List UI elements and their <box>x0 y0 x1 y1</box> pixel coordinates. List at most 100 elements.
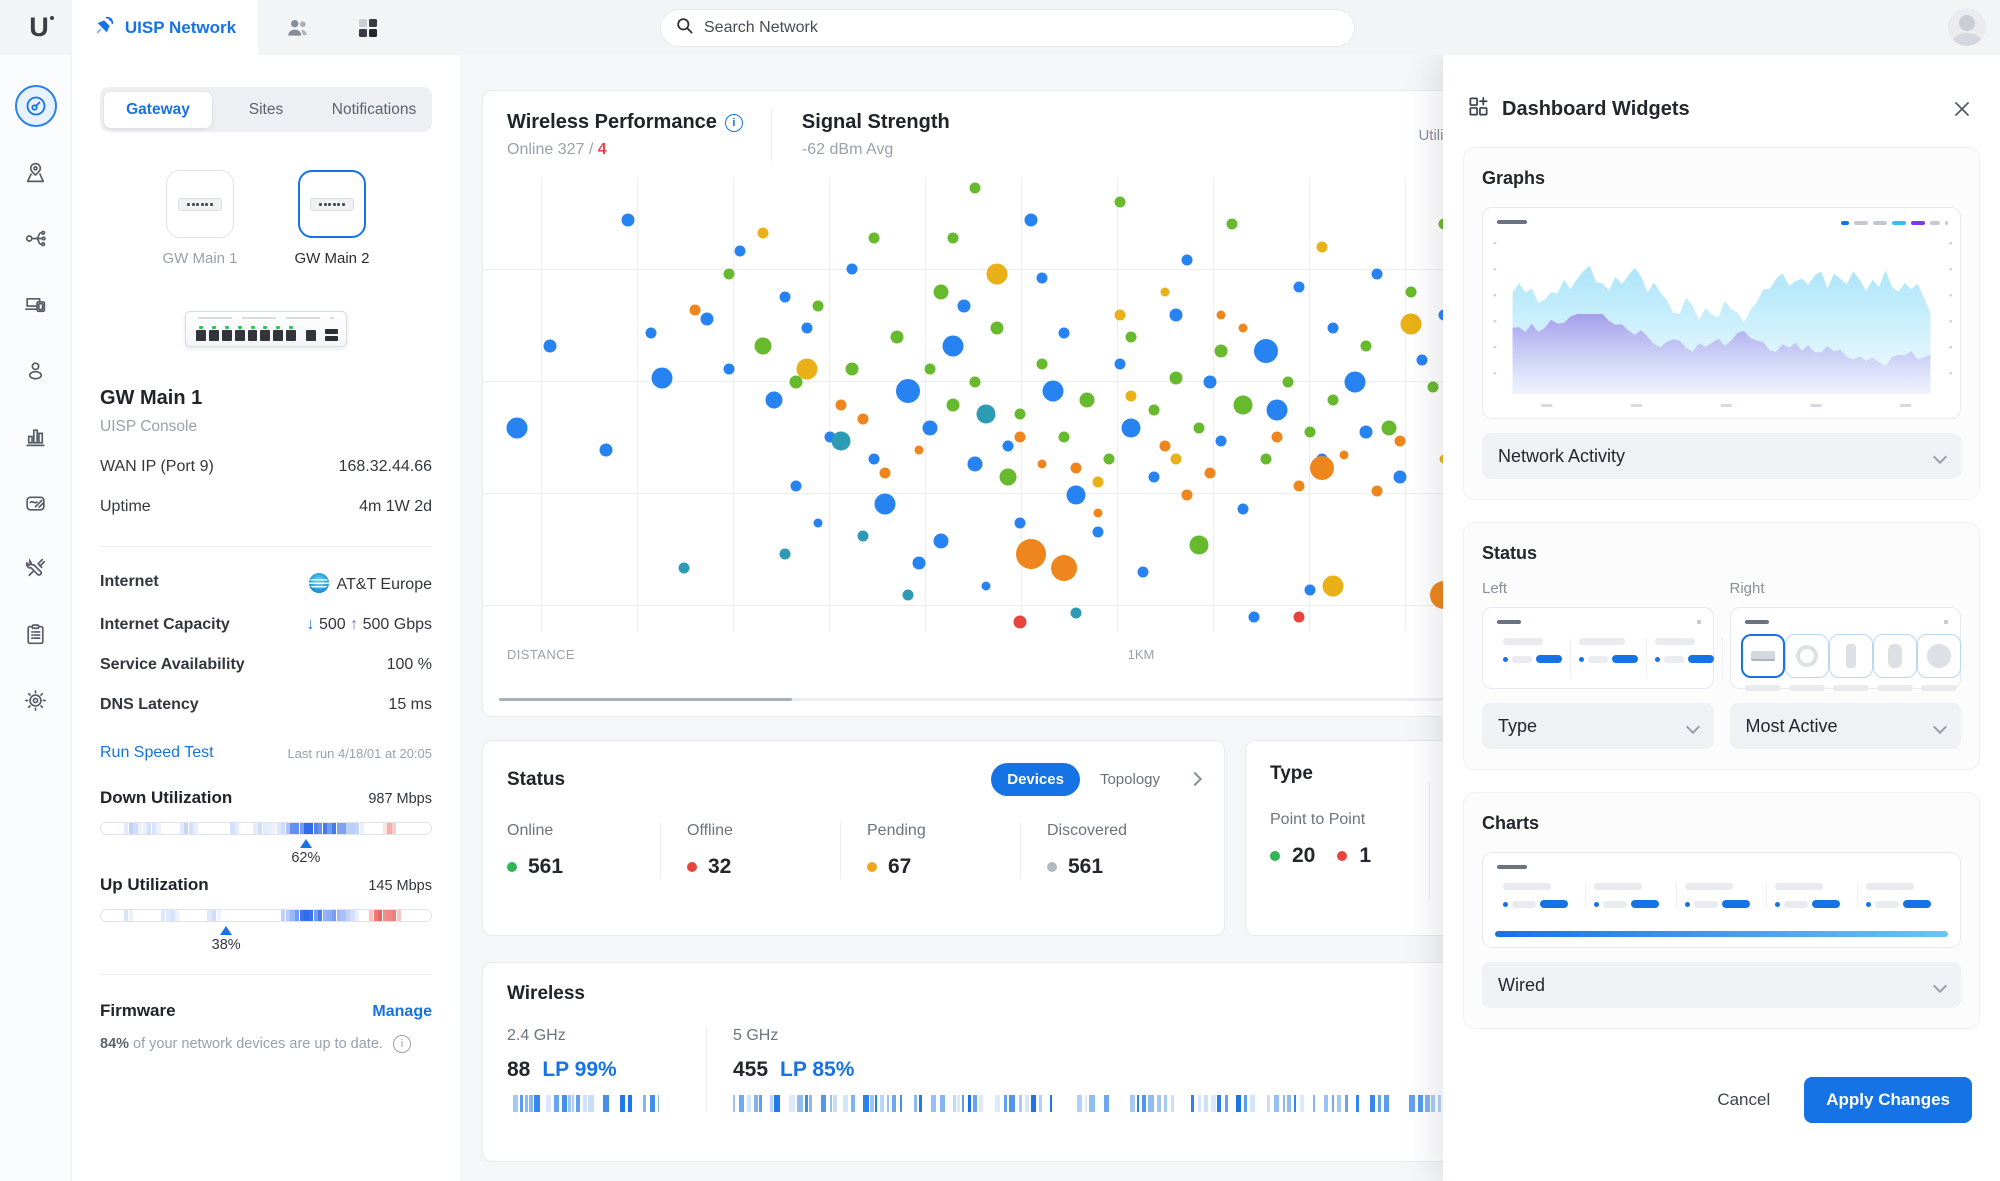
user-avatar[interactable] <box>1948 8 1986 46</box>
nav-topology-icon[interactable] <box>23 225 49 251</box>
status-left-preview <box>1482 607 1714 689</box>
performance-info-icon[interactable]: i <box>725 114 743 132</box>
widgets-icon <box>1467 95 1490 123</box>
scatter-point <box>1203 376 1216 389</box>
nav-settings-icon[interactable] <box>23 687 49 713</box>
scatter-point <box>690 305 701 316</box>
gateway-tile-2[interactable]: GW Main 2 <box>284 170 380 267</box>
scrollbar-thumb[interactable] <box>499 698 792 701</box>
signal-strength-value: -62 dBm Avg <box>802 141 950 159</box>
device-thumb[interactable] <box>1873 634 1917 691</box>
scatter-point <box>875 494 896 515</box>
device-thumb[interactable] <box>1785 634 1829 691</box>
toggle-devices[interactable]: Devices <box>991 763 1080 796</box>
firmware-info-icon[interactable]: i <box>393 1035 411 1053</box>
device-thumb[interactable] <box>1917 634 1961 691</box>
clients-topbar-icon[interactable] <box>284 14 312 42</box>
tab-notifications[interactable]: Notifications <box>320 92 428 128</box>
scatter-point <box>1361 341 1372 352</box>
chevron-right-icon[interactable] <box>1190 771 1200 789</box>
toggle-topology[interactable]: Topology <box>1084 763 1176 796</box>
down-utilization-value: 987 Mbps <box>368 791 432 807</box>
scatter-point <box>1000 469 1017 486</box>
status-title: Status <box>507 769 565 791</box>
divider <box>771 109 772 161</box>
search-bar[interactable] <box>660 9 1355 47</box>
status-left-dropdown[interactable]: Type <box>1482 703 1714 749</box>
nav-statistics-icon[interactable] <box>23 423 49 449</box>
nav-devices-icon[interactable] <box>23 291 49 317</box>
run-speed-test-link[interactable]: Run Speed Test <box>100 744 214 762</box>
scatter-point <box>1260 454 1271 465</box>
scatter-point <box>942 336 963 357</box>
nav-logs-icon[interactable] <box>23 621 49 647</box>
nav-dashboard-icon[interactable] <box>15 85 57 127</box>
scatter-point <box>1070 607 1081 618</box>
scatter-point <box>1305 427 1316 438</box>
cancel-button[interactable]: Cancel <box>1717 1090 1770 1110</box>
scatter-point <box>1115 196 1126 207</box>
band-24ghz-label: 2.4 GHz <box>507 1027 682 1045</box>
nav-insights-icon[interactable] <box>23 489 49 515</box>
scatter-point <box>802 323 813 334</box>
tab-gateway[interactable]: Gateway <box>104 92 212 128</box>
scatter-point <box>1204 467 1215 478</box>
scatter-point <box>1024 213 1037 226</box>
charts-dropdown[interactable]: Wired <box>1482 962 1961 1008</box>
down-utilization-header: Down Utilization 987 Mbps <box>100 788 432 808</box>
scatter-point <box>1393 471 1406 484</box>
graphs-dropdown[interactable]: Network Activity <box>1482 433 1961 479</box>
scatter-point <box>1254 339 1278 363</box>
status-heading: Status <box>1482 543 1961 564</box>
uisp-console-image <box>185 311 347 347</box>
firmware-manage-link[interactable]: Manage <box>372 1003 432 1021</box>
app-tab-uisp-network[interactable]: UISP Network <box>72 0 258 55</box>
nav-clients-icon[interactable] <box>23 357 49 383</box>
scatter-point <box>1148 404 1159 415</box>
gateway-tile-label: GW Main 2 <box>284 250 380 267</box>
up-utilization-header: Up Utilization 145 Mbps <box>100 875 432 895</box>
ubiquiti-logo[interactable]: U <box>22 12 56 44</box>
graphs-dropdown-value: Network Activity <box>1498 446 1625 467</box>
charts-preview-bar <box>1495 931 1948 937</box>
graphs-section: Graphs Network Activity <box>1463 147 1980 500</box>
scatter-point <box>1327 323 1338 334</box>
uptime-value: 4m 1W 2d <box>359 498 432 516</box>
device-thumb[interactable] <box>1829 634 1873 691</box>
close-icon[interactable] <box>1952 99 1972 119</box>
scatter-point <box>651 367 672 388</box>
scatter-point <box>599 444 612 457</box>
scatter-point <box>913 557 926 570</box>
device-thumb[interactable] <box>1741 634 1785 691</box>
nav-tools-icon[interactable] <box>23 555 49 581</box>
capacity-up: 500 <box>363 616 390 633</box>
apply-changes-button[interactable]: Apply Changes <box>1804 1077 1972 1123</box>
search-input[interactable] <box>704 19 1340 37</box>
uptime-row: Uptime 4m 1W 2d <box>100 498 432 516</box>
search-icon <box>675 16 694 40</box>
status-right-dropdown[interactable]: Most Active <box>1730 703 1962 749</box>
distance-scatter-plot[interactable] <box>483 179 1601 631</box>
scatter-point <box>1327 395 1338 406</box>
chevron-down-icon <box>1935 446 1945 467</box>
up-utilization-label: Up Utilization <box>100 875 209 895</box>
divider <box>1429 781 1430 901</box>
uisp-dashboard: U UISP Network <box>0 0 2000 1181</box>
gateway-tile-1[interactable]: GW Main 1 <box>152 170 248 267</box>
status-right-column: Right Most Active <box>1730 580 1962 749</box>
tab-sites[interactable]: Sites <box>212 92 320 128</box>
apps-grid-icon[interactable] <box>354 14 382 42</box>
scatter-point <box>1310 456 1334 480</box>
scatter-point <box>1148 472 1159 483</box>
scatter-point <box>925 363 936 374</box>
scatter-point <box>880 467 891 478</box>
nav-sites-map-icon[interactable] <box>23 159 49 185</box>
up-utilization-marker: 38% <box>100 922 432 952</box>
stat-value: 32 <box>708 855 731 879</box>
status-stat-pending: Pending67 <box>840 822 1020 879</box>
scatter-point <box>1394 436 1405 447</box>
scatter-point <box>622 213 635 226</box>
last-run-label: Last run 4/18/01 at 20:05 <box>287 746 432 761</box>
scatter-point <box>1170 308 1183 321</box>
horizontal-scrollbar[interactable] <box>499 698 1585 701</box>
